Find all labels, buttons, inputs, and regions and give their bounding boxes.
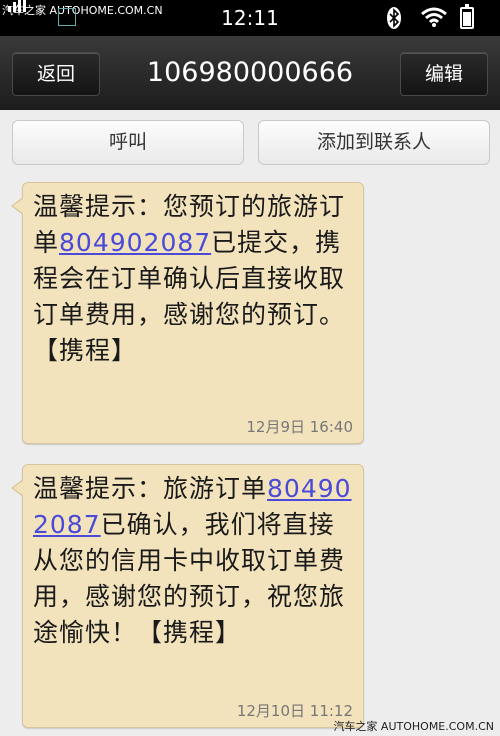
message-text: 温馨提示：旅游订单804902087已确认，我们将直接从您的信用卡中收取订单费用… [33,474,352,647]
contact-number: 106980000666 [146,57,354,88]
message-text: 温馨提示：您预订的旅游订单804902087已提交，携程会在订单确认后直接收取订… [33,192,346,365]
message-time: 12月9日 16:40 [246,418,353,436]
back-button[interactable]: 返回 [12,52,100,96]
action-bar: 呼叫 添加到联系人 [0,110,500,174]
order-number-link[interactable]: 804902087 [59,228,211,257]
call-button[interactable]: 呼叫 [12,120,244,165]
message-bubble[interactable]: 温馨提示：您预订的旅游订单804902087已提交，携程会在订单确认后直接收取订… [11,182,364,444]
watermark-bottom: 汽车之家 AUTOHOME.COM.CN [333,720,494,733]
message-bubble[interactable]: 温馨提示：旅游订单804902087已确认，我们将直接从您的信用卡中收取订单费用… [11,464,364,728]
edit-button[interactable]: 编辑 [400,52,488,96]
add-to-contacts-button[interactable]: 添加到联系人 [258,120,490,165]
status-bar: 汽车之家 AUTOHOME.COM.CN 12:11 [0,0,500,36]
bluetooth-icon [387,7,401,29]
wifi-icon [421,7,447,27]
title-bar: 返回 106980000666 编辑 [0,36,500,111]
battery-icon [460,4,474,29]
